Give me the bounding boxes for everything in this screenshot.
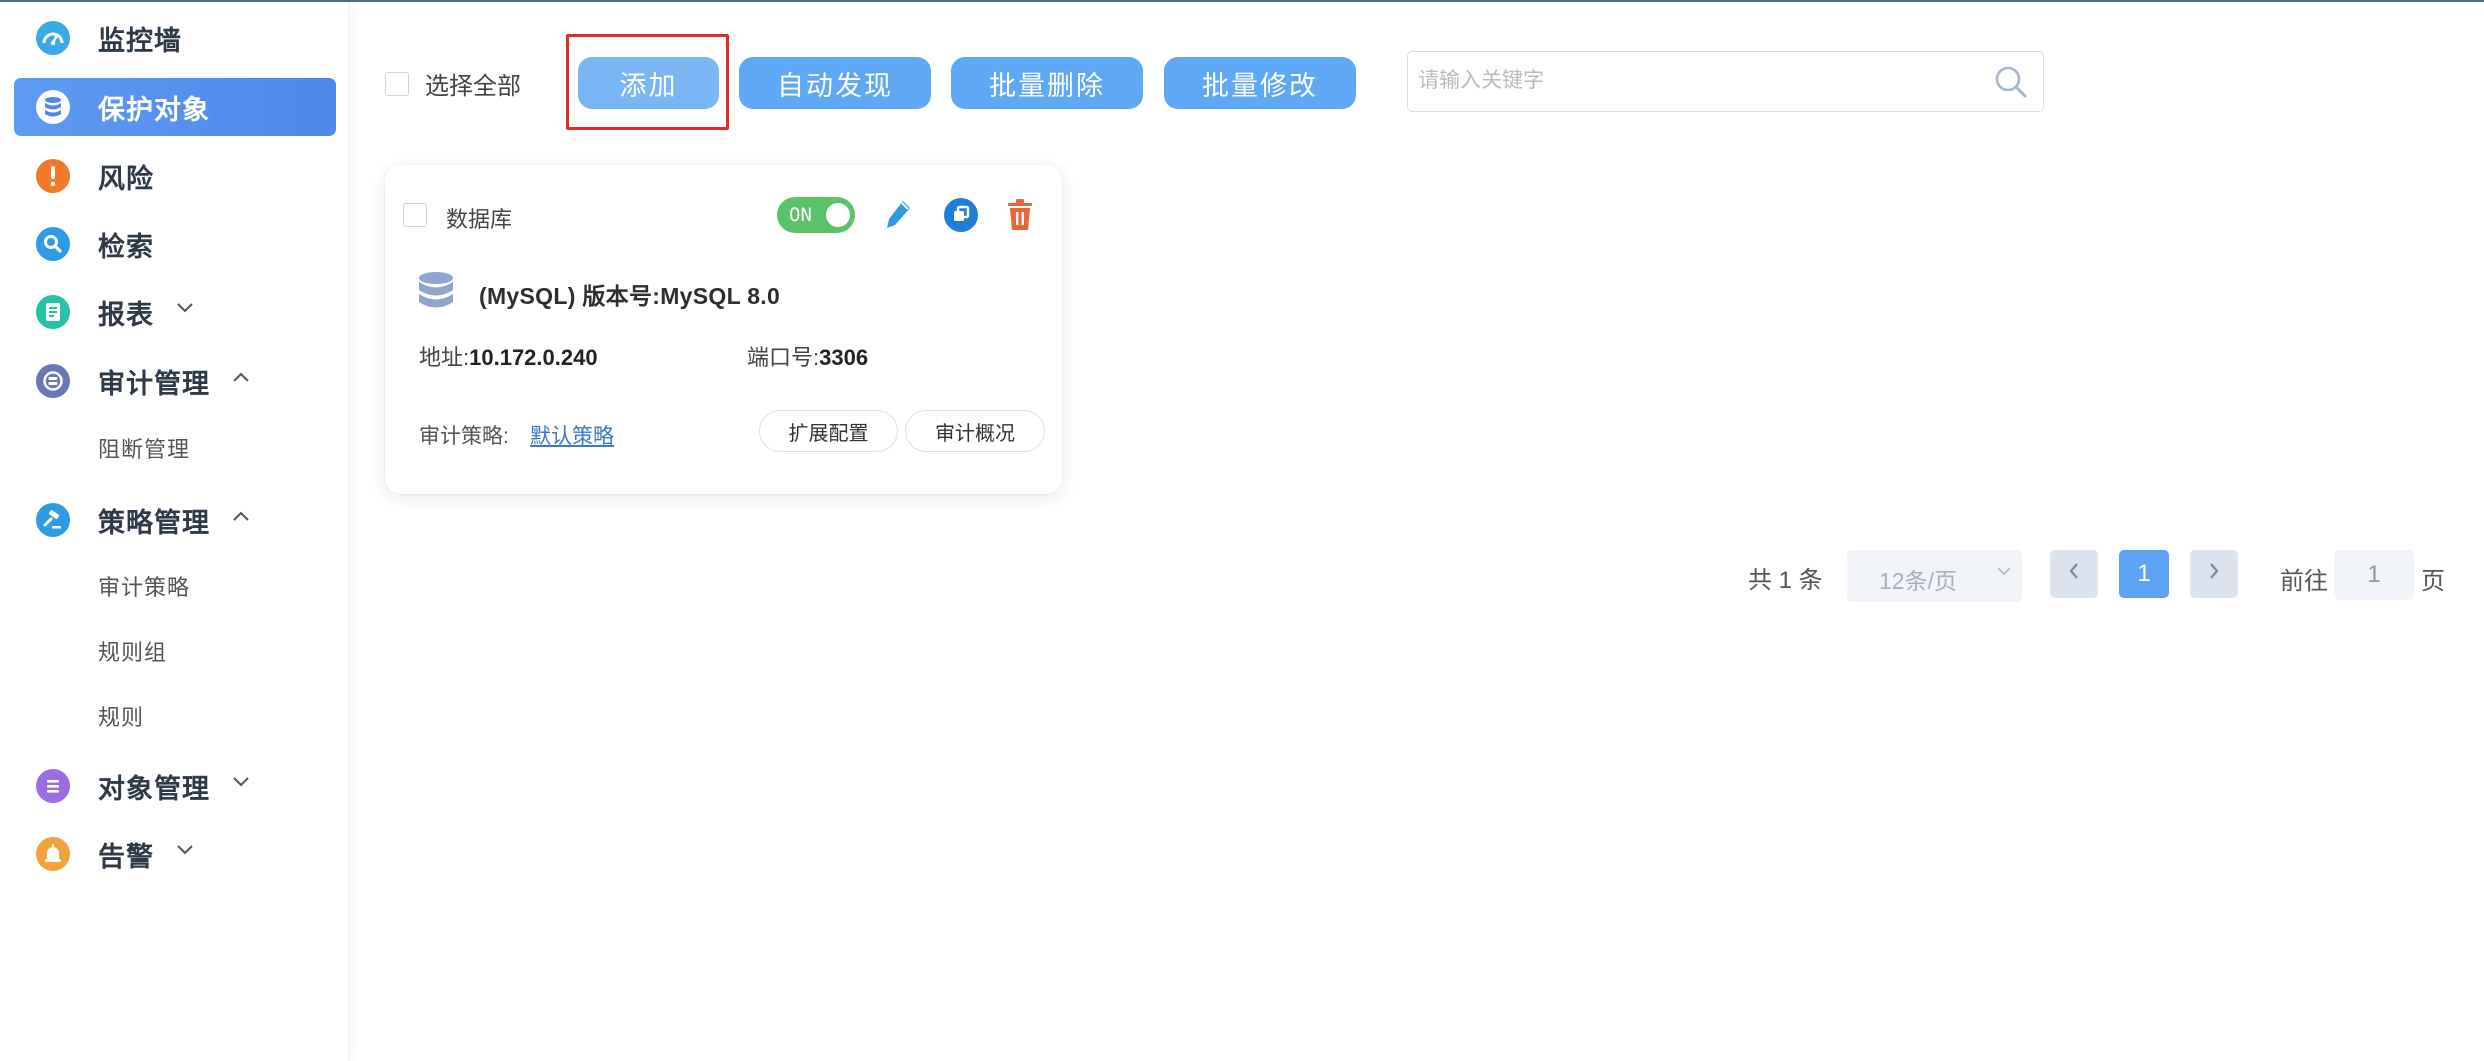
- goto-page-input[interactable]: [2334, 550, 2414, 600]
- nav-label: 风险: [98, 163, 154, 194]
- sub-item-rule-group[interactable]: 规则组: [98, 635, 167, 667]
- chevron-up-icon: [232, 366, 250, 389]
- port-label: 端口号:: [747, 345, 820, 370]
- select-all-checkbox[interactable]: 选择全部: [385, 66, 521, 101]
- sub-item-audit-policy[interactable]: 审计策略: [98, 570, 190, 602]
- exclamation-icon: [36, 159, 70, 193]
- page-size-value: 12条/页: [1879, 568, 1957, 594]
- auto-discover-button[interactable]: 自动发现: [739, 57, 931, 109]
- alarm-icon: [36, 837, 70, 871]
- database-title-row: (MySQL) 版本号:MySQL 8.0: [417, 271, 780, 316]
- sub-item-rule[interactable]: 规则: [98, 700, 144, 732]
- database-icon: [36, 90, 70, 124]
- database-icon: [417, 271, 455, 316]
- audit-overview-button[interactable]: 审计概况: [905, 410, 1045, 452]
- list-icon: [36, 769, 70, 803]
- nav-label: 审计管理: [98, 368, 210, 399]
- search-input[interactable]: [1418, 52, 1978, 110]
- chevron-up-icon: [232, 505, 250, 528]
- address-label: 地址:: [419, 345, 470, 370]
- search-icon: [36, 227, 70, 261]
- report-icon: [36, 295, 70, 329]
- chevron-down-icon: [232, 771, 250, 794]
- nav-label: 对象管理: [98, 773, 210, 804]
- toggle-label: ON: [789, 204, 812, 226]
- audit-policy-link[interactable]: 默认策略: [530, 420, 614, 450]
- card-checkbox[interactable]: [403, 203, 427, 227]
- delete-icon[interactable]: [1000, 195, 1040, 235]
- prev-page-button[interactable]: [2050, 550, 2098, 598]
- nav-label: 报表: [98, 299, 154, 330]
- nav-label: 检索: [98, 231, 154, 262]
- checkbox[interactable]: [385, 71, 409, 96]
- page-number-current[interactable]: 1: [2119, 550, 2169, 598]
- sub-item-block-management[interactable]: 阻断管理: [98, 432, 190, 464]
- port-field: 端口号:3306: [747, 340, 868, 372]
- page-size-select[interactable]: 12条/页: [1847, 550, 2022, 602]
- nav-item-policy-management[interactable]: 策略管理: [14, 491, 336, 549]
- page-suffix-label: 页: [2421, 568, 2445, 595]
- batch-edit-button[interactable]: 批量修改: [1164, 57, 1356, 109]
- highlight-box: [566, 34, 729, 130]
- nav-item-protected-objects[interactable]: 保护对象: [14, 78, 336, 136]
- nav-label: 告警: [98, 841, 154, 872]
- batch-delete-button[interactable]: 批量删除: [951, 57, 1143, 109]
- address-field: 地址:10.172.0.240: [419, 340, 598, 372]
- edit-icon[interactable]: [879, 195, 919, 235]
- chevron-right-icon: [2207, 560, 2221, 588]
- enable-toggle[interactable]: ON: [777, 197, 855, 233]
- database-title: (MySQL) 版本号:MySQL 8.0: [479, 282, 781, 309]
- search-icon[interactable]: [1993, 64, 2029, 100]
- search-box: [1407, 51, 2044, 112]
- nav-item-reports[interactable]: 报表: [14, 283, 336, 341]
- nav-item-object-management[interactable]: 对象管理: [14, 757, 336, 815]
- nav-label: 保护对象: [98, 94, 210, 125]
- chevron-down-icon: [1996, 564, 2012, 582]
- nav-item-risk[interactable]: 风险: [14, 147, 336, 205]
- chevron-down-icon: [176, 297, 194, 320]
- chevron-left-icon: [2067, 560, 2081, 588]
- protected-object-card: 数据库 ON (MySQL) 版本号:MySQL 8.0 地址:10.172.0…: [385, 165, 1062, 494]
- port-value: 3306: [819, 345, 869, 370]
- audit-policy-label: 审计策略:: [419, 425, 509, 448]
- sidebar: 监控墙 保护对象 风险 检索 报表 审计管理 阻断管理 策略管理 审计策略 规则…: [0, 2, 349, 1061]
- top-border: [0, 0, 2484, 2]
- card-type-label: 数据库: [446, 207, 513, 232]
- audit-icon: [36, 364, 70, 398]
- nav-label: 策略管理: [98, 507, 210, 538]
- nav-item-alarm[interactable]: 告警: [14, 825, 336, 883]
- goto-label: 前往: [2280, 568, 2328, 595]
- dashboard-icon: [36, 21, 70, 55]
- nav-item-audit-management[interactable]: 审计管理: [14, 352, 336, 410]
- nav-item-search[interactable]: 检索: [14, 215, 336, 273]
- nav-item-monitor-wall[interactable]: 监控墙: [14, 9, 336, 67]
- address-value: 10.172.0.240: [469, 345, 598, 370]
- gavel-icon: [36, 503, 70, 537]
- toggle-knob: [826, 203, 850, 227]
- next-page-button[interactable]: [2190, 550, 2238, 598]
- nav-label: 监控墙: [98, 25, 182, 56]
- copy-icon[interactable]: [941, 195, 981, 235]
- select-all-label: 选择全部: [425, 73, 521, 100]
- pagination-total: 共 1 条: [1748, 567, 1823, 594]
- ext-config-button[interactable]: 扩展配置: [759, 410, 898, 452]
- chevron-down-icon: [176, 839, 194, 862]
